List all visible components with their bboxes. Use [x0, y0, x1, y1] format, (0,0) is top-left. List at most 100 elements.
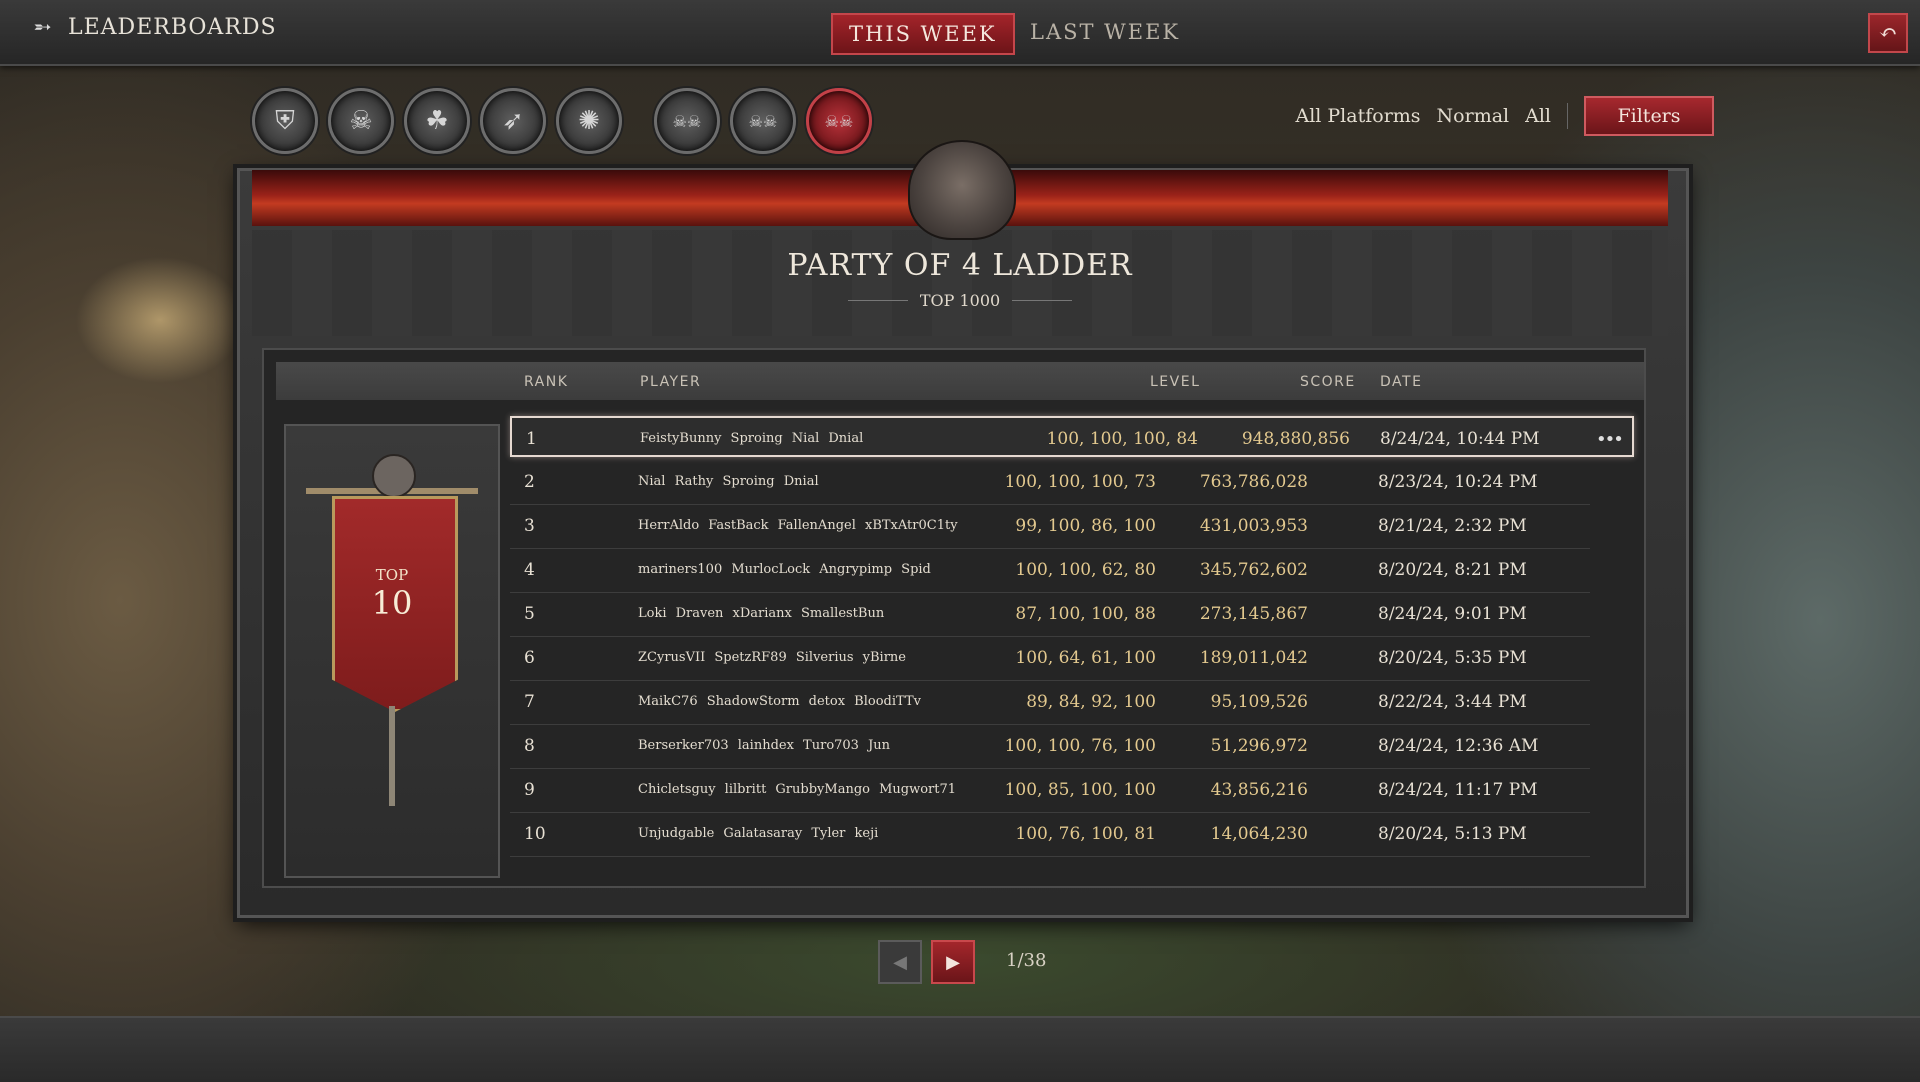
table-row[interactable]: 3 HerrAldo FastBack FallenAngel xBTxAtr0C…: [510, 505, 1590, 549]
level-cell: 100, 64, 61, 100: [1015, 648, 1156, 668]
top-10-banner-box: TOP 10: [284, 424, 500, 878]
date-cell: 8/20/24, 5:35 PM: [1378, 648, 1527, 668]
rank-cell: 6: [524, 648, 535, 668]
banner-top-label: TOP: [375, 566, 409, 584]
demon-head-ornament: [908, 140, 1016, 240]
score-cell: 43,856,216: [1210, 780, 1308, 800]
player-cell: HerrAldo FastBack FallenAngel xBTxAtr0C1…: [638, 518, 958, 533]
difficulty-filter[interactable]: Normal: [1437, 105, 1510, 127]
party-of-4-icon-glyph: ☠☠: [824, 111, 854, 131]
level-cell: 99, 100, 86, 100: [1015, 516, 1156, 536]
tab-last-week[interactable]: LAST WEEK: [1014, 13, 1196, 51]
banner-number: 10: [371, 584, 413, 622]
banner-pole: [389, 706, 395, 806]
platform-filter[interactable]: All Platforms: [1295, 105, 1420, 127]
top-bar: ➵ LEADERBOARDS THIS WEEK LAST WEEK ↶: [0, 0, 1920, 66]
druid-icon[interactable]: ☘: [404, 88, 470, 154]
druid-icon-glyph: ☘: [425, 106, 449, 136]
table-header: RANK PLAYER LEVEL SCORE DATE: [276, 362, 1644, 400]
player-cell: Unjudgable Galatasaray Tyler keji: [638, 826, 879, 841]
date-cell: 8/21/24, 2:32 PM: [1378, 516, 1527, 536]
col-score: SCORE: [1300, 374, 1356, 390]
filters-row: All Platforms Normal All Filters: [1295, 96, 1714, 136]
necromancer-icon-glyph: ☠: [349, 106, 373, 136]
table-row[interactable]: 1 FeistyBunny Sproing Nial Dnial 100, 100,…: [510, 416, 1634, 457]
sorcerer-icon[interactable]: ✺: [556, 88, 622, 154]
level-cell: 89, 84, 92, 100: [1026, 692, 1156, 712]
rank-cell: 10: [524, 824, 546, 844]
level-cell: 87, 100, 100, 88: [1015, 604, 1156, 624]
player-cell: Berserker703 lainhdex Turo703 Jun: [638, 738, 891, 753]
bottom-bar: [0, 1016, 1920, 1082]
date-cell: 8/20/24, 8:21 PM: [1378, 560, 1527, 580]
score-cell: 14,064,230: [1210, 824, 1308, 844]
level-cell: 100, 76, 100, 81: [1015, 824, 1156, 844]
table-row[interactable]: 4 mariners100 MurlocLock Angrypimp Spid 10…: [510, 549, 1590, 593]
party-of-2-icon-glyph: ☠☠: [672, 111, 702, 131]
prev-page-button[interactable]: ◀: [878, 940, 922, 984]
barbarian-icon-glyph: ⛨: [275, 105, 295, 136]
prev-arrow-icon: ◀: [893, 951, 907, 973]
skull-icon: [372, 454, 416, 498]
score-cell: 763,786,028: [1199, 472, 1308, 492]
filters-button[interactable]: Filters: [1584, 96, 1714, 136]
mode-filter[interactable]: All: [1525, 105, 1551, 127]
back-arrow-icon: ↶: [1878, 20, 1898, 46]
player-cell: ZCyrusVII SpetzRF89 Silverius yBirne: [638, 650, 906, 665]
date-cell: 8/24/24, 11:17 PM: [1378, 780, 1538, 800]
level-cell: 100, 85, 100, 100: [1004, 780, 1156, 800]
rank-cell: 9: [524, 780, 535, 800]
date-cell: 8/20/24, 5:13 PM: [1378, 824, 1527, 844]
player-cell: Chicletsguy lilbritt GrubbyMango Mugwort…: [638, 782, 957, 797]
leaderboards-title: LEADERBOARDS: [68, 14, 277, 40]
rank-cell: 1: [526, 429, 537, 449]
level-cell: 100, 100, 100, 84: [1046, 429, 1198, 449]
rank-cell: 4: [524, 560, 535, 580]
table-row[interactable]: 6 ZCyrusVII SpetzRF89 Silverius yBirne 100…: [510, 637, 1590, 681]
divider: [1567, 103, 1568, 129]
table-row[interactable]: 10 Unjudgable Galatasaray Tyler keji 100, …: [510, 813, 1590, 857]
date-cell: 8/24/24, 12:36 AM: [1378, 736, 1539, 756]
ornament-background: [252, 230, 1668, 336]
icon-separator: [632, 88, 644, 154]
rogue-icon[interactable]: ➶: [480, 88, 546, 154]
class-filter-icons: ⛨ ☠ ☘ ➶ ✺ ☠☠ ☠☠ ☠☠: [252, 88, 872, 154]
leaderboards-header: ➵ LEADERBOARDS: [30, 14, 277, 40]
level-cell: 100, 100, 76, 100: [1004, 736, 1156, 756]
player-cell: Nial Rathy Sproing Dnial: [638, 474, 819, 489]
score-cell: 431,003,953: [1199, 516, 1308, 536]
ladder-title: PARTY OF 4 LADDER: [787, 248, 1133, 283]
rank-cell: 2: [524, 472, 535, 492]
necromancer-icon[interactable]: ☠: [328, 88, 394, 154]
party-of-4-icon[interactable]: ☠☠: [806, 88, 872, 154]
ladder-subtitle: TOP 1000: [919, 291, 1001, 310]
date-cell: 8/23/24, 10:24 PM: [1378, 472, 1538, 492]
barbarian-icon[interactable]: ⛨: [252, 88, 318, 154]
party-of-3-icon-glyph: ☠☠: [748, 111, 778, 131]
col-rank: RANK: [524, 374, 569, 390]
next-page-button[interactable]: ▶: [931, 940, 975, 984]
party-of-3-icon[interactable]: ☠☠: [730, 88, 796, 154]
table-row[interactable]: 8 Berserker703 lainhdex Turo703 Jun 100, 1…: [510, 725, 1590, 769]
player-cell: MaikC76 ShadowStorm detox BloodiTTv: [638, 694, 921, 709]
table-row[interactable]: 2 Nial Rathy Sproing Dnial 100, 100, 100, …: [510, 461, 1590, 505]
date-cell: 8/24/24, 10:44 PM: [1380, 429, 1540, 449]
level-cell: 100, 100, 62, 80: [1015, 560, 1156, 580]
col-player: PLAYER: [640, 374, 702, 390]
table-row[interactable]: 7 MaikC76 ShadowStorm detox BloodiTTv 89, …: [510, 681, 1590, 725]
more-options-icon[interactable]: •••: [1596, 429, 1624, 450]
date-cell: 8/22/24, 3:44 PM: [1378, 692, 1527, 712]
next-arrow-icon: ▶: [946, 951, 960, 973]
rank-cell: 7: [524, 692, 535, 712]
tab-this-week[interactable]: THIS WEEK: [831, 13, 1015, 55]
table-row[interactable]: 5 Loki Draven xDarianx SmallestBun 87, 100…: [510, 593, 1590, 637]
col-level: LEVEL: [1150, 374, 1201, 390]
level-cell: 100, 100, 100, 73: [1004, 472, 1156, 492]
rank-cell: 3: [524, 516, 535, 536]
score-cell: 273,145,867: [1199, 604, 1308, 624]
back-button[interactable]: ↶: [1868, 13, 1908, 53]
sorcerer-icon-glyph: ✺: [578, 106, 600, 136]
score-cell: 51,296,972: [1210, 736, 1308, 756]
table-row[interactable]: 9 Chicletsguy lilbritt GrubbyMango Mugwor…: [510, 769, 1590, 813]
party-of-2-icon[interactable]: ☠☠: [654, 88, 720, 154]
